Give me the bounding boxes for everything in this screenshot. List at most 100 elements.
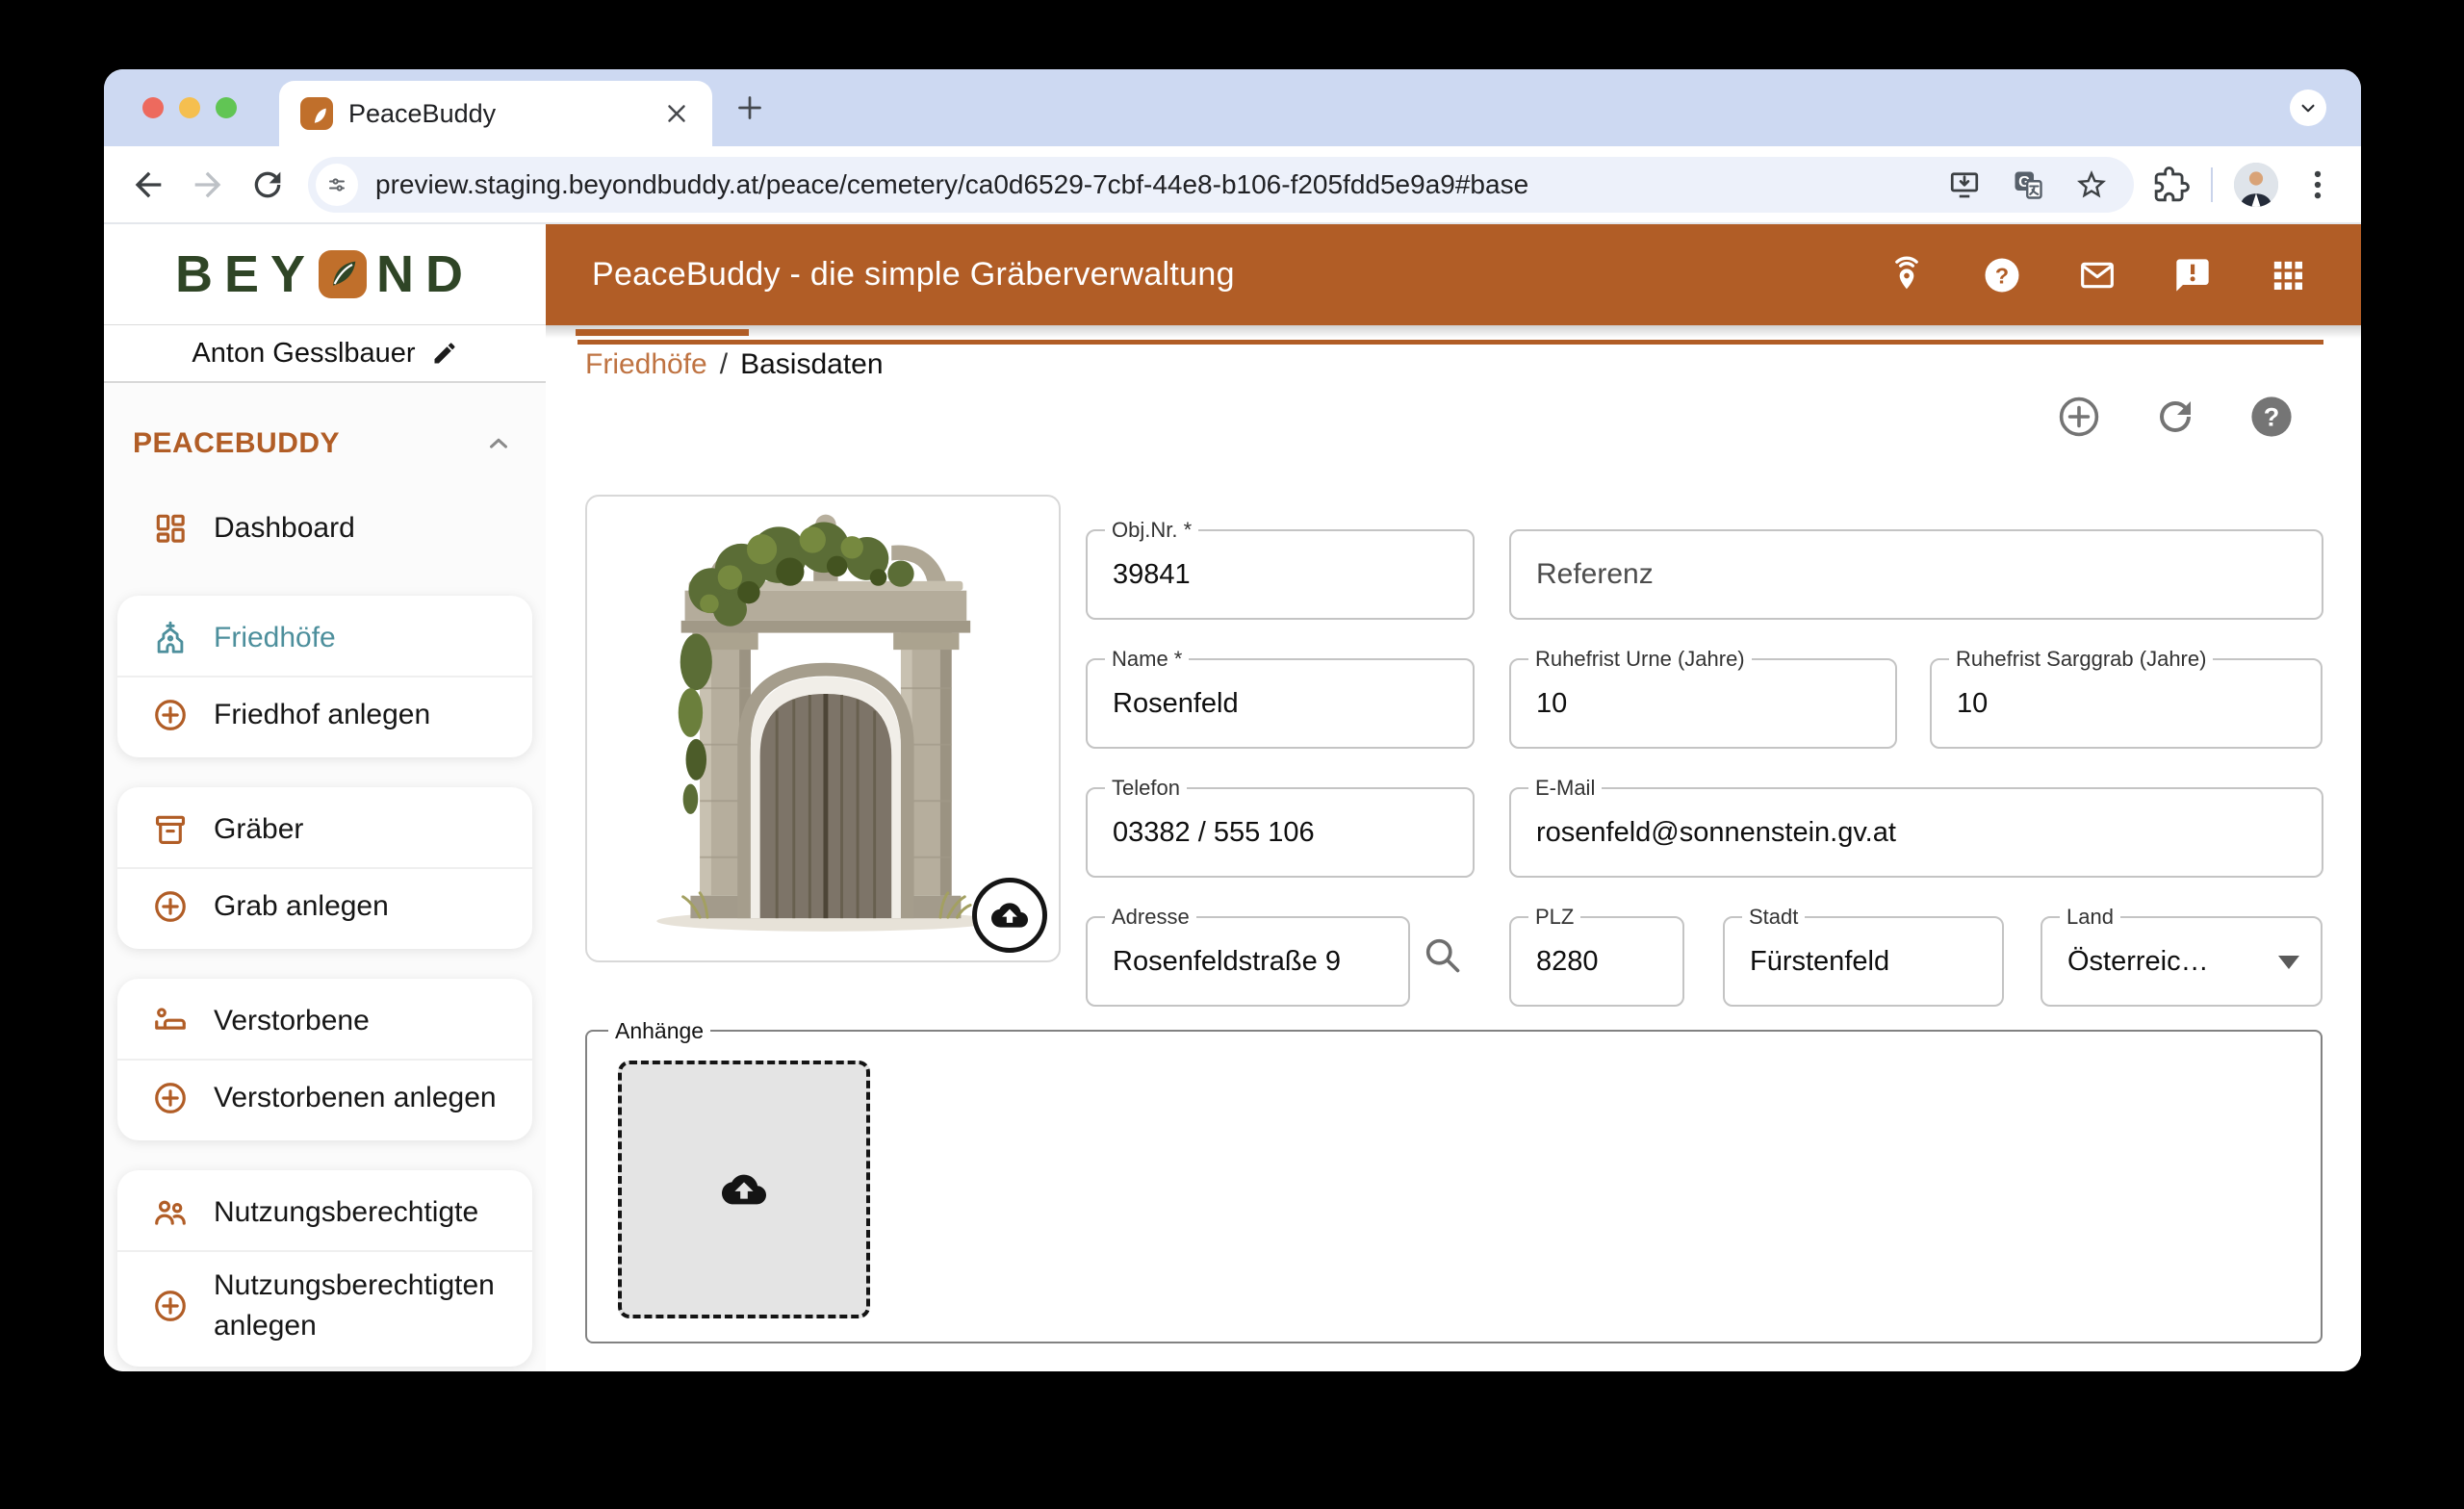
nav-group-friedhoefe: Friedhöfe Friedhof anlegen bbox=[117, 596, 532, 757]
search-icon bbox=[1425, 938, 1460, 973]
sidebar-item-label: Nutzungsberechtigte bbox=[214, 1196, 479, 1228]
close-tab-icon[interactable] bbox=[662, 99, 691, 128]
land-select[interactable]: Land Österreic… bbox=[2040, 905, 2323, 1007]
install-icon[interactable] bbox=[1947, 167, 1982, 202]
address-bar[interactable]: preview.staging.beyondbuddy.at/peace/cem… bbox=[308, 156, 2134, 213]
sidebar-item-nutzungsberechtigte[interactable]: Nutzungsberechtigte bbox=[117, 1175, 532, 1250]
ruhefrist-sarggrab-value[interactable]: 10 bbox=[1957, 660, 2297, 747]
gps-location-icon[interactable] bbox=[1887, 256, 1926, 294]
new-tab-icon[interactable] bbox=[732, 90, 768, 126]
nav-group-nutzungsberechtigte: Nutzungsberechtigte Nutzungsberechtigten… bbox=[117, 1170, 532, 1367]
toolbar-separator bbox=[2211, 166, 2213, 202]
referenz-field[interactable]: Referenz bbox=[1509, 529, 2323, 620]
site-settings-icon[interactable] bbox=[316, 163, 358, 206]
sidebar-item-verstorbene[interactable]: Verstorbene bbox=[117, 984, 532, 1059]
ruhefrist-sarggrab-field[interactable]: Ruhefrist Sarggrab (Jahre) 10 bbox=[1930, 647, 2323, 749]
forward-icon[interactable] bbox=[189, 166, 227, 204]
svg-text:?: ? bbox=[2264, 403, 2280, 432]
close-window-button[interactable] bbox=[142, 97, 164, 118]
adresse-value[interactable]: Rosenfeldstraße 9 bbox=[1113, 918, 1385, 1005]
menu-dots-icon[interactable] bbox=[2299, 166, 2336, 203]
active-tab-underline bbox=[576, 329, 749, 336]
people-icon bbox=[152, 1194, 189, 1231]
bookmark-star-icon[interactable] bbox=[2074, 167, 2109, 202]
translate-icon[interactable]: G bbox=[2011, 167, 2045, 202]
profile-avatar[interactable] bbox=[2234, 162, 2278, 207]
ruhefrist-urne-field[interactable]: Ruhefrist Urne (Jahre) 10 bbox=[1509, 647, 1897, 749]
sidebar-item-nutzungsberechtigten-anlegen[interactable]: Nutzungsberechtigten anlegen bbox=[117, 1250, 532, 1362]
breadcrumb: Friedhöfe / Basisdaten bbox=[585, 348, 884, 381]
sidebar-item-label: Friedhöfe bbox=[214, 622, 336, 653]
dropdown-caret-icon[interactable] bbox=[2278, 956, 2299, 969]
photo-upload-button[interactable] bbox=[972, 878, 1047, 953]
window-controls bbox=[142, 97, 237, 118]
add-button[interactable] bbox=[2056, 394, 2102, 440]
name-field[interactable]: Name * Rosenfeld bbox=[1086, 647, 1475, 749]
sidebar-item-friedhoefe[interactable]: Friedhöfe bbox=[117, 601, 532, 676]
svg-text:?: ? bbox=[1995, 263, 2009, 288]
tab-search-icon[interactable] bbox=[2290, 90, 2326, 126]
mail-icon[interactable] bbox=[2078, 256, 2117, 294]
telefon-field[interactable]: Telefon 03382 / 555 106 bbox=[1086, 776, 1475, 878]
browser-tab[interactable]: PeaceBuddy bbox=[279, 81, 712, 146]
sidebar-item-label: Friedhof anlegen bbox=[214, 699, 431, 730]
deceased-bed-icon bbox=[152, 1003, 189, 1039]
help-icon[interactable]: ? bbox=[1983, 256, 2021, 294]
ruhefrist-urne-value[interactable]: 10 bbox=[1536, 660, 1872, 747]
url-text[interactable]: preview.staging.beyondbuddy.at/peace/cem… bbox=[375, 169, 1947, 200]
refresh-button[interactable] bbox=[2152, 394, 2198, 440]
browser-toolbar: preview.staging.beyondbuddy.at/peace/cem… bbox=[104, 146, 2361, 224]
email-value[interactable]: rosenfeld@sonnenstein.gv.at bbox=[1536, 789, 2298, 876]
sidebar-item-label: Nutzungsberechtigten anlegen bbox=[214, 1269, 495, 1342]
telefon-value[interactable]: 03382 / 555 106 bbox=[1113, 789, 1450, 876]
sidebar-item-dashboard[interactable]: Dashboard bbox=[117, 491, 534, 566]
tab-indicator-strip bbox=[546, 325, 2361, 346]
breadcrumb-parent-link[interactable]: Friedhöfe bbox=[585, 348, 707, 381]
sidebar-item-label: Verstorbene bbox=[214, 1005, 370, 1036]
sidebar-item-grab-anlegen[interactable]: Grab anlegen bbox=[117, 867, 532, 944]
address-search-button[interactable] bbox=[1421, 934, 1463, 976]
section-label: PEACEBUDDY bbox=[133, 427, 341, 459]
feedback-icon[interactable] bbox=[2173, 256, 2212, 294]
adresse-field[interactable]: Adresse Rosenfeldstraße 9 bbox=[1086, 905, 1410, 1007]
extensions-icon[interactable] bbox=[2153, 166, 2190, 203]
sidebar-item-graeber[interactable]: Gräber bbox=[117, 792, 532, 867]
breadcrumb-current: Basisdaten bbox=[740, 348, 884, 380]
email-field[interactable]: E-Mail rosenfeld@sonnenstein.gv.at bbox=[1509, 776, 2323, 878]
name-value[interactable]: Rosenfeld bbox=[1113, 660, 1450, 747]
objnr-field[interactable]: Obj.Nr. * 39841 bbox=[1086, 518, 1475, 620]
page-content: Friedhöfe / Basisdaten ? Obj.Nr. * 39841… bbox=[546, 346, 2361, 1371]
objnr-value[interactable]: 39841 bbox=[1113, 531, 1450, 618]
section-peacebuddy[interactable]: PEACEBUDDY bbox=[117, 412, 534, 475]
zoom-window-button[interactable] bbox=[216, 97, 237, 118]
leaf-logo-icon bbox=[319, 250, 368, 298]
plz-field[interactable]: PLZ 8280 bbox=[1509, 905, 1684, 1007]
tab-title: PeaceBuddy bbox=[348, 98, 497, 128]
stadt-value[interactable]: Fürstenfeld bbox=[1750, 918, 1979, 1005]
edit-pencil-icon[interactable] bbox=[431, 340, 458, 367]
church-icon bbox=[152, 620, 189, 656]
attachments-fieldset: Anhänge bbox=[585, 1018, 2323, 1343]
sidebar-item-label: Dashboard bbox=[214, 512, 355, 544]
help-button[interactable]: ? bbox=[2248, 394, 2295, 440]
land-value[interactable]: Österreic… bbox=[2067, 918, 2271, 1005]
stadt-field[interactable]: Stadt Fürstenfeld bbox=[1723, 905, 2004, 1007]
minimize-window-button[interactable] bbox=[179, 97, 200, 118]
archive-box-icon bbox=[152, 811, 189, 848]
appbar: PeaceBuddy - die simple Gräberverwaltung… bbox=[546, 224, 2361, 325]
user-name: Anton Gesslbauer bbox=[192, 337, 416, 369]
referenz-resting-label[interactable]: Referenz bbox=[1536, 531, 2298, 618]
nav-group-verstorbene: Verstorbene Verstorbenen anlegen bbox=[117, 979, 532, 1140]
cemetery-photo bbox=[585, 495, 1061, 962]
back-icon[interactable] bbox=[129, 166, 167, 204]
plz-value[interactable]: 8280 bbox=[1536, 918, 1659, 1005]
logo-text-right: ND bbox=[376, 245, 475, 303]
apps-grid-icon[interactable] bbox=[2269, 256, 2307, 294]
attachments-dropzone[interactable] bbox=[618, 1061, 870, 1318]
sidebar-item-verstorbenen-anlegen[interactable]: Verstorbenen anlegen bbox=[117, 1059, 532, 1136]
sidebar-item-friedhof-anlegen[interactable]: Friedhof anlegen bbox=[117, 676, 532, 753]
cloud-upload-icon bbox=[991, 903, 1028, 928]
cemetery-gate-image bbox=[591, 500, 1055, 950]
chevron-up-icon bbox=[484, 429, 513, 458]
reload-icon[interactable] bbox=[248, 166, 287, 204]
